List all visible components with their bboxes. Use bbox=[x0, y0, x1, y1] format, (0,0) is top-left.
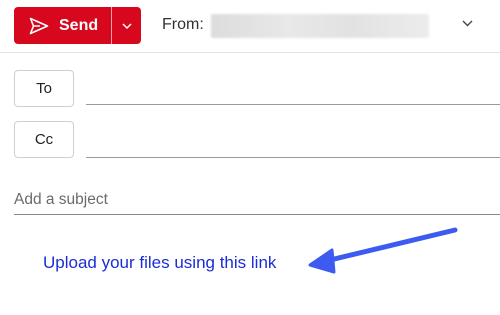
from-chevron-down-icon[interactable] bbox=[462, 20, 473, 27]
upload-files-link[interactable]: Upload your files using this link bbox=[43, 253, 276, 273]
compose-window: Send From: To Cc Upload your files using… bbox=[0, 0, 500, 315]
from-account-redacted[interactable] bbox=[211, 14, 429, 38]
from-label: From: bbox=[162, 16, 204, 33]
to-button-label: To bbox=[36, 80, 52, 97]
compose-toolbar: Send From: bbox=[0, 0, 500, 53]
to-field[interactable] bbox=[86, 104, 500, 105]
paper-plane-icon bbox=[29, 17, 49, 34]
cc-button[interactable]: Cc bbox=[14, 121, 74, 158]
to-button[interactable]: To bbox=[14, 70, 74, 107]
cc-button-label: Cc bbox=[34, 131, 54, 148]
annotation-arrow-icon bbox=[308, 227, 458, 274]
cc-field[interactable] bbox=[86, 157, 500, 158]
chevron-down-icon bbox=[121, 22, 132, 29]
subject-input[interactable] bbox=[14, 186, 500, 215]
send-button-label: Send bbox=[59, 16, 99, 34]
send-options-button[interactable] bbox=[112, 7, 141, 44]
send-button-group: Send bbox=[14, 7, 141, 44]
send-button[interactable]: Send bbox=[14, 7, 111, 44]
